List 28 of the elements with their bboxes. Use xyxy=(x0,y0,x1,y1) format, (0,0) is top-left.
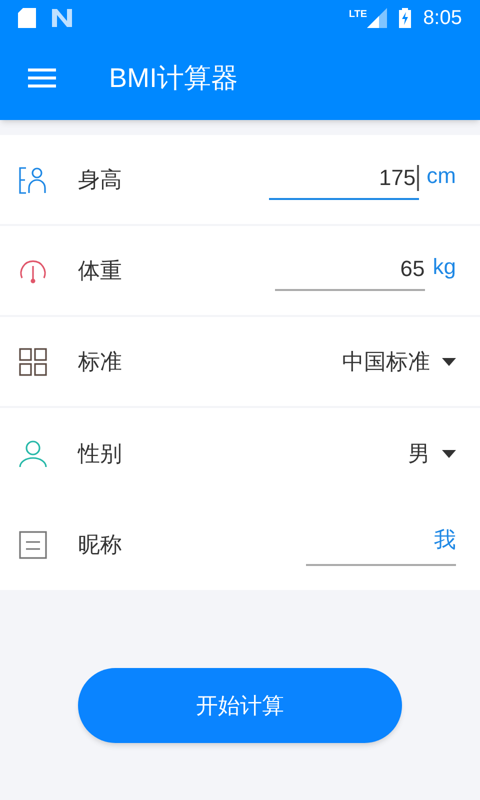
signal-icon xyxy=(367,8,388,28)
input-field[interactable]: 我 xyxy=(306,523,456,566)
app-title: BMI计算器 xyxy=(109,62,238,95)
menu-button[interactable] xyxy=(28,67,56,89)
dropdown-arrow-icon xyxy=(442,450,456,458)
n-icon xyxy=(52,9,74,27)
network-label: LTE xyxy=(348,10,368,20)
sd-card-icon xyxy=(18,8,36,28)
input-field[interactable]: 175 xyxy=(268,161,419,200)
row-label: 体重 xyxy=(78,257,122,285)
row-label: 标准 xyxy=(78,348,122,376)
dropdown[interactable]: 中国标准 xyxy=(342,345,456,378)
clock: 8:05 xyxy=(423,6,462,31)
calculate-button[interactable]: 开始计算 xyxy=(78,668,402,743)
menu-icon xyxy=(28,68,56,88)
row-label: 性别 xyxy=(78,440,122,468)
row-label: 昵称 xyxy=(78,531,122,559)
battery-charging-icon xyxy=(399,8,412,28)
person-icon xyxy=(18,438,48,468)
row-label: 身高 xyxy=(78,166,122,194)
unit-label: kg xyxy=(432,253,456,281)
person-ruler-icon xyxy=(18,164,48,194)
dropdown-arrow-icon xyxy=(442,358,456,366)
grid-icon xyxy=(18,346,48,376)
dropdown[interactable]: 男 xyxy=(408,437,456,470)
unit-label: cm xyxy=(426,162,456,190)
input-field[interactable]: 65 xyxy=(274,252,425,291)
document-icon xyxy=(18,530,48,560)
